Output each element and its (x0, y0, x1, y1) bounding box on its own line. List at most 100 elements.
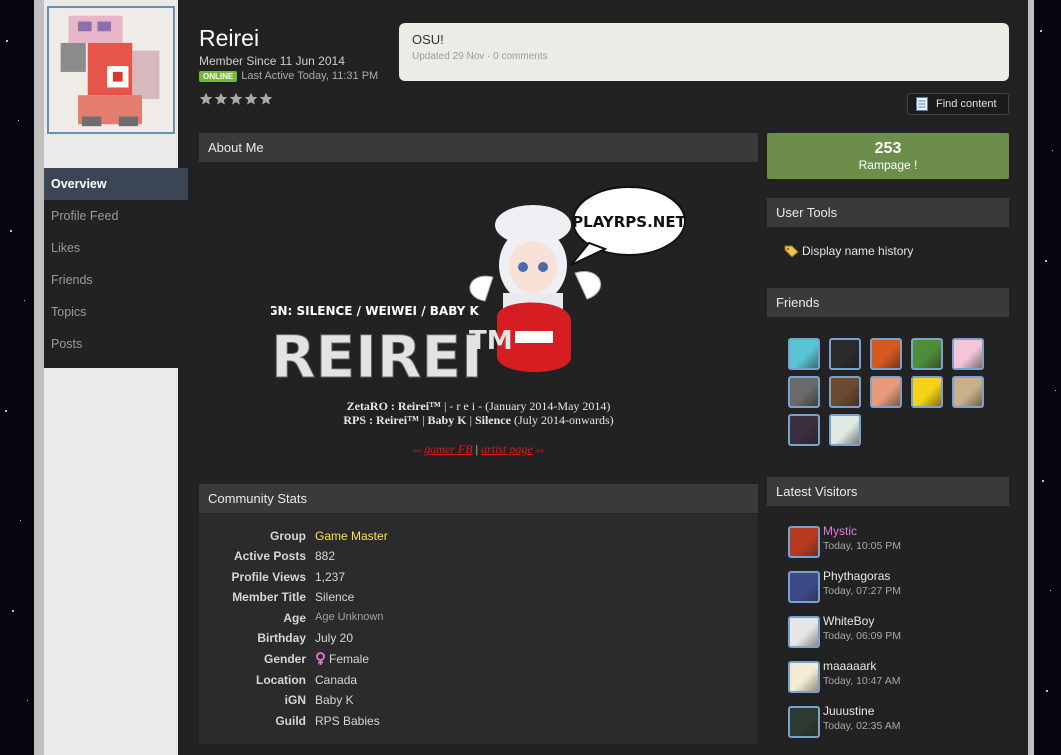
friend-avatar[interactable] (952, 338, 984, 370)
friend-avatar[interactable] (829, 414, 861, 446)
stat-label: Guild (275, 714, 306, 728)
status-update[interactable]: OSU! Updated 29 Nov · 0 comments (399, 23, 1009, 81)
friend-avatar[interactable] (952, 376, 984, 408)
artist-page-link[interactable]: artist page (481, 442, 533, 456)
friend-avatar[interactable] (911, 376, 943, 408)
visitor-avatar[interactable] (788, 706, 820, 738)
profile-avatar[interactable] (47, 6, 175, 134)
reputation-label: Rampage ! (858, 158, 918, 172)
stat-row-birthday: Birthday July 20 (199, 631, 758, 651)
signature-banner: PLAYRPS.NET IGN: SILENCE / WEIWEI / BABY… (271, 186, 687, 391)
visitor-avatar[interactable] (788, 661, 820, 693)
stat-value-group[interactable]: Game Master (315, 529, 388, 543)
visitor-item[interactable]: Juuustine Today, 02:35 AM (788, 704, 998, 738)
stat-value: Canada (315, 673, 358, 687)
status-meta[interactable]: Updated 29 Nov · 0 comments (412, 51, 996, 62)
rating-stars[interactable] (199, 92, 273, 106)
friend-avatar[interactable] (829, 338, 861, 370)
visitor-time: Today, 02:35 AM (823, 720, 901, 732)
friend-avatar[interactable] (788, 414, 820, 446)
display-name-history-link[interactable]: Display name history (784, 244, 913, 258)
star-icon[interactable] (199, 92, 213, 106)
friend-avatar[interactable] (870, 376, 902, 408)
star-icon[interactable] (229, 92, 243, 106)
stat-row-guild: Guild RPS Babies (199, 714, 758, 734)
status-text: OSU! (412, 32, 444, 47)
stat-row-active-posts: Active Posts 882 (199, 549, 758, 569)
visitor-avatar[interactable] (788, 571, 820, 603)
stat-value-gender: Female (315, 652, 369, 666)
profile-page: Overview Profile Feed Likes Friends Topi… (44, 0, 1028, 755)
banner-tm: TM (469, 326, 513, 356)
stat-value: 882 (315, 549, 336, 563)
online-badge: ONLINE (199, 70, 238, 82)
stat-label: Profile Views (231, 570, 306, 584)
stat-value: 1,237 (315, 570, 346, 584)
community-stats-header: Community Stats (199, 484, 758, 513)
nav-footer (44, 360, 178, 368)
stat-row-age: Age Age Unknown (199, 611, 758, 631)
friend-avatar[interactable] (911, 338, 943, 370)
link-arrows-left: »» (413, 446, 422, 455)
activity-row: ONLINE Last Active Today, 11:31 PM (199, 70, 378, 82)
credits-line-1: ZetaRO : Reirei™ | - r e i - (January 20… (346, 399, 611, 413)
nav-posts[interactable]: Posts (44, 328, 178, 360)
visitor-name[interactable]: maaaaark (823, 659, 876, 673)
stat-label: Member Title (232, 590, 306, 604)
friend-avatar[interactable] (788, 338, 820, 370)
star-icon[interactable] (244, 92, 258, 106)
stat-row-ign: iGN Baby K (199, 693, 758, 713)
star-icon[interactable] (259, 92, 273, 106)
nav-topics[interactable]: Topics (44, 296, 178, 328)
star-icon[interactable] (214, 92, 228, 106)
visitor-name[interactable]: Mystic (823, 524, 857, 538)
friend-avatar[interactable] (788, 376, 820, 408)
friend-avatar[interactable] (870, 338, 902, 370)
last-active: Last Active Today, 11:31 PM (241, 70, 379, 82)
profile-nav: Overview Profile Feed Likes Friends Topi… (44, 168, 188, 368)
visitor-name[interactable]: Juuustine (823, 704, 874, 718)
banner-ign: IGN: SILENCE / WEIWEI / BABY K (271, 304, 480, 318)
stat-row-profile-views: Profile Views 1,237 (199, 570, 758, 590)
about-me-header: About Me (199, 133, 758, 162)
reputation-count: 253 (874, 140, 902, 157)
profile-name: Reirei (199, 25, 260, 51)
stat-value: Baby K (315, 693, 354, 707)
friend-avatar[interactable] (829, 376, 861, 408)
visitor-name[interactable]: WhiteBoy (823, 614, 874, 628)
stat-label: Active Posts (233, 549, 306, 563)
stat-row-group: Group Game Master (199, 529, 758, 549)
banner-bubble-text: PLAYRPS.NET (572, 213, 686, 231)
stat-label: iGN (284, 693, 306, 707)
reputation-box: 253 Rampage ! (767, 133, 1009, 179)
female-icon (316, 652, 325, 665)
visitor-item[interactable]: WhiteBoy Today, 06:09 PM (788, 614, 998, 648)
stat-label: Location (256, 673, 306, 687)
stat-label: Gender (263, 652, 306, 666)
nav-likes[interactable]: Likes (44, 232, 178, 264)
community-stats-body: Group Game Master Active Posts 882 Profi… (199, 514, 758, 744)
visitor-item[interactable]: Phythagoras Today, 07:27 PM (788, 569, 998, 603)
nav-overview[interactable]: Overview (44, 168, 188, 200)
friends-header: Friends (767, 288, 1009, 317)
find-content-label: Find content (936, 98, 997, 110)
gamer-fb-link[interactable]: gamer FB (424, 442, 472, 456)
stat-row-member-title: Member Title Silence (199, 590, 758, 610)
display-name-history-label: Display name history (802, 244, 914, 258)
visitor-name[interactable]: Phythagoras (823, 569, 890, 583)
stat-row-gender: Gender Female (199, 652, 758, 672)
about-links: »» gamer FB | artist page «« (199, 442, 758, 457)
visitor-avatar[interactable] (788, 526, 820, 558)
stat-label: Age (283, 611, 306, 625)
find-content-button[interactable]: Find content (907, 93, 1009, 115)
nav-profile-feed[interactable]: Profile Feed (44, 200, 178, 232)
visitor-item[interactable]: Mystic Today, 10:05 PM (788, 524, 998, 558)
link-separator: | (475, 442, 479, 456)
about-credits: ZetaRO : Reirei™ | - r e i - (January 20… (199, 399, 758, 427)
visitor-item[interactable]: maaaaark Today, 10:47 AM (788, 659, 998, 693)
link-arrows-right: «« (535, 446, 544, 455)
visitor-time: Today, 10:05 PM (823, 540, 902, 552)
nav-friends[interactable]: Friends (44, 264, 178, 296)
member-since: Member Since 11 Jun 2014 (199, 54, 345, 68)
visitor-avatar[interactable] (788, 616, 820, 648)
